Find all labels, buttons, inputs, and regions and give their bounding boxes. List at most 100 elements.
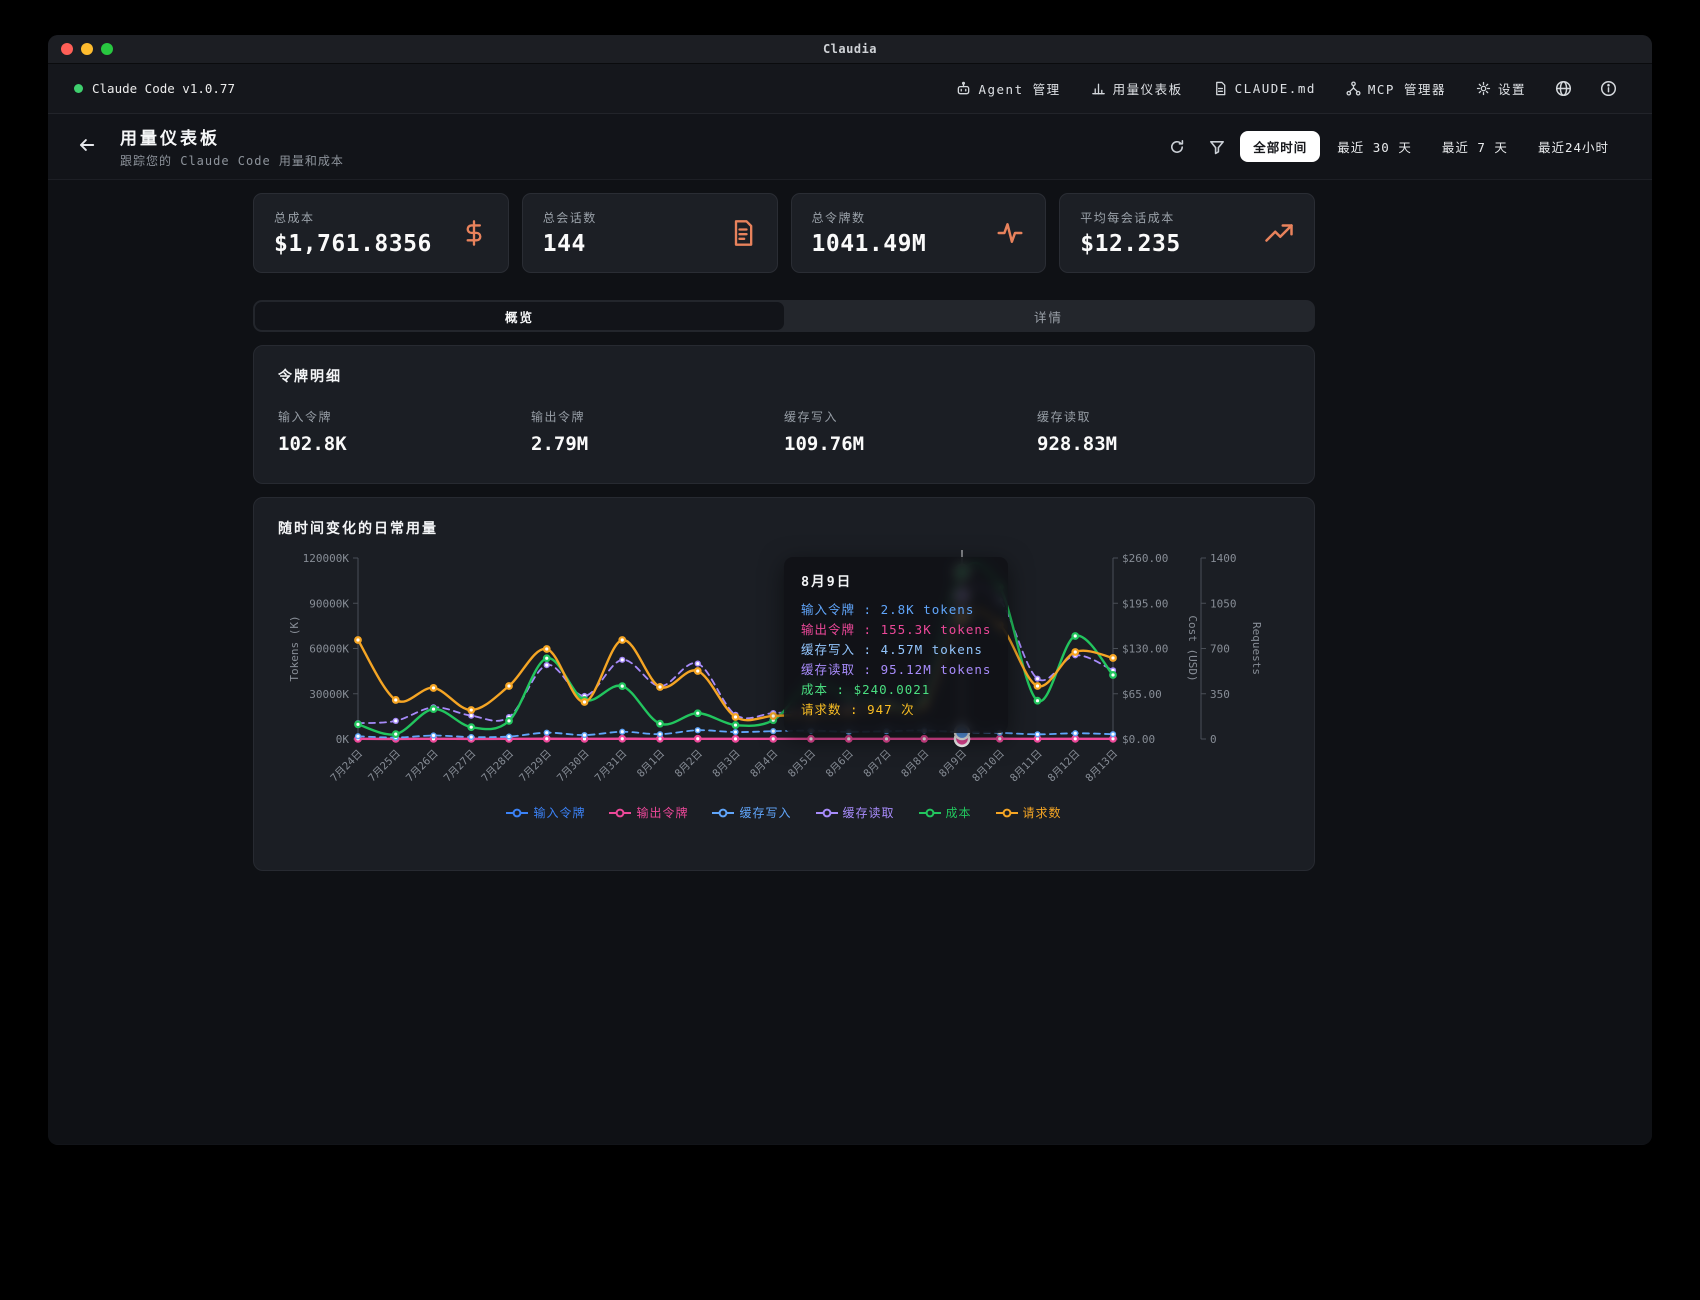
globe-icon: [1555, 80, 1572, 97]
filter-3[interactable]: 最近24小时: [1525, 131, 1622, 162]
tooltip-row: 输出令牌 : 155.3K tokens: [801, 620, 991, 640]
filter-2[interactable]: 最近 7 天: [1429, 131, 1521, 162]
legend-marker-icon: [609, 808, 631, 818]
view-tabs: 概览 详情: [253, 300, 1315, 332]
svg-text:8月11日: 8月11日: [1008, 748, 1045, 785]
nav-agent-manager[interactable]: Agent 管理: [946, 72, 1070, 105]
legend-item[interactable]: 缓存读取: [816, 804, 895, 821]
token-breakdown-title: 令牌明细: [278, 366, 1290, 386]
svg-text:$0.00: $0.00: [1122, 733, 1155, 746]
svg-text:8月12日: 8月12日: [1046, 748, 1083, 785]
titlebar: Claudia: [48, 35, 1652, 64]
tooltip-row: 缓存读取 : 95.12M tokens: [801, 660, 991, 680]
svg-text:1050: 1050: [1210, 597, 1237, 610]
nav-settings[interactable]: 设置: [1466, 72, 1536, 105]
stat-card-total-sessions: 总会话数 144: [522, 193, 778, 273]
back-button[interactable]: [70, 128, 104, 165]
token-input: 输入令牌 102.8K: [278, 408, 531, 455]
svg-text:0K: 0K: [336, 733, 350, 746]
chart-legend: 输入令牌 输出令牌 缓存写入 缓存读取 成本 请求数: [278, 804, 1290, 821]
filter-button[interactable]: [1200, 132, 1234, 162]
svg-text:8月9日: 8月9日: [937, 748, 969, 780]
topbar: Claude Code v1.0.77 Agent 管理 用量仪表板 CLAUD…: [48, 64, 1652, 114]
svg-text:8月7日: 8月7日: [861, 748, 893, 780]
legend-marker-icon: [996, 808, 1018, 818]
token-cache-write: 缓存写入 109.76M: [784, 408, 1037, 455]
network-icon: [1346, 81, 1361, 96]
svg-text:7月25日: 7月25日: [366, 748, 403, 785]
svg-text:60000K: 60000K: [309, 643, 349, 656]
app-version-label: Claude Code v1.0.77: [92, 81, 235, 96]
gear-icon: [1476, 81, 1491, 96]
svg-text:Cost (USD): Cost (USD): [1186, 615, 1199, 681]
refresh-button[interactable]: [1160, 132, 1194, 162]
total-tokens-value: 1041.49M: [812, 231, 927, 257]
svg-text:8月2日: 8月2日: [673, 748, 705, 780]
stat-card-total-tokens: 总令牌数 1041.49M: [791, 193, 1047, 273]
top-navigation: Agent 管理 用量仪表板 CLAUDE.md MCP 管理器 设置: [946, 72, 1626, 105]
info-button[interactable]: [1591, 73, 1626, 104]
app-window: Claudia Claude Code v1.0.77 Agent 管理 用量仪…: [48, 35, 1652, 1145]
svg-text:7月24日: 7月24日: [328, 748, 365, 785]
avg-cost-value: $12.235: [1080, 231, 1180, 257]
arrow-left-icon: [78, 136, 96, 154]
svg-text:1400: 1400: [1210, 552, 1237, 565]
token-cache-read: 缓存读取 928.83M: [1037, 408, 1290, 455]
svg-text:7月30日: 7月30日: [555, 748, 592, 785]
svg-text:$195.00: $195.00: [1122, 597, 1168, 610]
legend-item[interactable]: 输入令牌: [506, 804, 585, 821]
svg-text:8月1日: 8月1日: [635, 748, 667, 780]
svg-text:90000K: 90000K: [309, 597, 349, 610]
maximize-button[interactable]: [101, 43, 113, 55]
chart-title: 随时间变化的日常用量: [278, 518, 1290, 538]
legend-item[interactable]: 请求数: [996, 804, 1062, 821]
minimize-button[interactable]: [81, 43, 93, 55]
language-button[interactable]: [1546, 73, 1581, 104]
tooltip-row: 输入令牌 : 2.8K tokens: [801, 600, 991, 620]
tooltip-date: 8月9日: [801, 570, 991, 590]
svg-text:350: 350: [1210, 688, 1230, 701]
window-title: Claudia: [823, 42, 877, 56]
legend-item[interactable]: 输出令牌: [609, 804, 688, 821]
tooltip-row: 请求数 : 947 次: [801, 700, 991, 720]
token-breakdown-card: 令牌明细 输入令牌 102.8K 输出令牌 2.79M 缓存写入 109.76M: [253, 345, 1315, 484]
stat-card-total-cost: 总成本 $1,761.8356: [253, 193, 509, 273]
close-button[interactable]: [61, 43, 73, 55]
tab-details[interactable]: 详情: [784, 302, 1313, 330]
legend-item[interactable]: 成本: [919, 804, 972, 821]
svg-text:7月29日: 7月29日: [517, 748, 554, 785]
legend-item[interactable]: 缓存写入: [712, 804, 791, 821]
activity-icon: [995, 218, 1025, 248]
legend-marker-icon: [919, 808, 941, 818]
svg-text:700: 700: [1210, 643, 1230, 656]
filter-0[interactable]: 全部时间: [1240, 131, 1320, 162]
nav-usage-dashboard[interactable]: 用量仪表板: [1081, 72, 1193, 105]
svg-text:8月6日: 8月6日: [824, 748, 856, 780]
dollar-icon: [460, 219, 488, 247]
svg-text:7月31日: 7月31日: [593, 748, 630, 785]
app-status: Claude Code v1.0.77: [74, 81, 235, 96]
trend-up-icon: [1264, 218, 1294, 248]
header-controls: 全部时间最近 30 天最近 7 天最近24小时: [1160, 131, 1622, 162]
nav-mcp-manager[interactable]: MCP 管理器: [1336, 72, 1456, 105]
nav-claude-md[interactable]: CLAUDE.md: [1203, 74, 1326, 103]
svg-text:Requests: Requests: [1250, 622, 1263, 675]
traffic-lights: [61, 35, 113, 63]
token-output: 输出令牌 2.79M: [531, 408, 784, 455]
tooltip-row: 缓存写入 : 4.57M tokens: [801, 640, 991, 660]
bar-chart-icon: [1091, 81, 1106, 96]
main-content: 总成本 $1,761.8356 总会话数 144 总令牌数 1041.49M: [48, 180, 1652, 1144]
page-title: 用量仪表板: [120, 124, 344, 149]
time-range-filters: 全部时间最近 30 天最近 7 天最近24小时: [1240, 131, 1622, 162]
svg-text:8月4日: 8月4日: [748, 748, 780, 780]
total-sessions-value: 144: [543, 231, 597, 257]
filter-1[interactable]: 最近 30 天: [1324, 131, 1425, 162]
chart-area[interactable]: 120000K$260.00140090000K$195.00105060000…: [278, 544, 1290, 800]
tab-overview[interactable]: 概览: [255, 302, 784, 330]
svg-text:0: 0: [1210, 733, 1217, 746]
chart-tooltip: 8月9日 输入令牌 : 2.8K tokens输出令牌 : 155.3K tok…: [784, 557, 1008, 733]
usage-chart-card: 随时间变化的日常用量 120000K$260.00140090000K$195.…: [253, 497, 1315, 871]
legend-marker-icon: [506, 808, 528, 818]
svg-text:8月5日: 8月5日: [786, 748, 818, 780]
svg-text:$130.00: $130.00: [1122, 643, 1168, 656]
